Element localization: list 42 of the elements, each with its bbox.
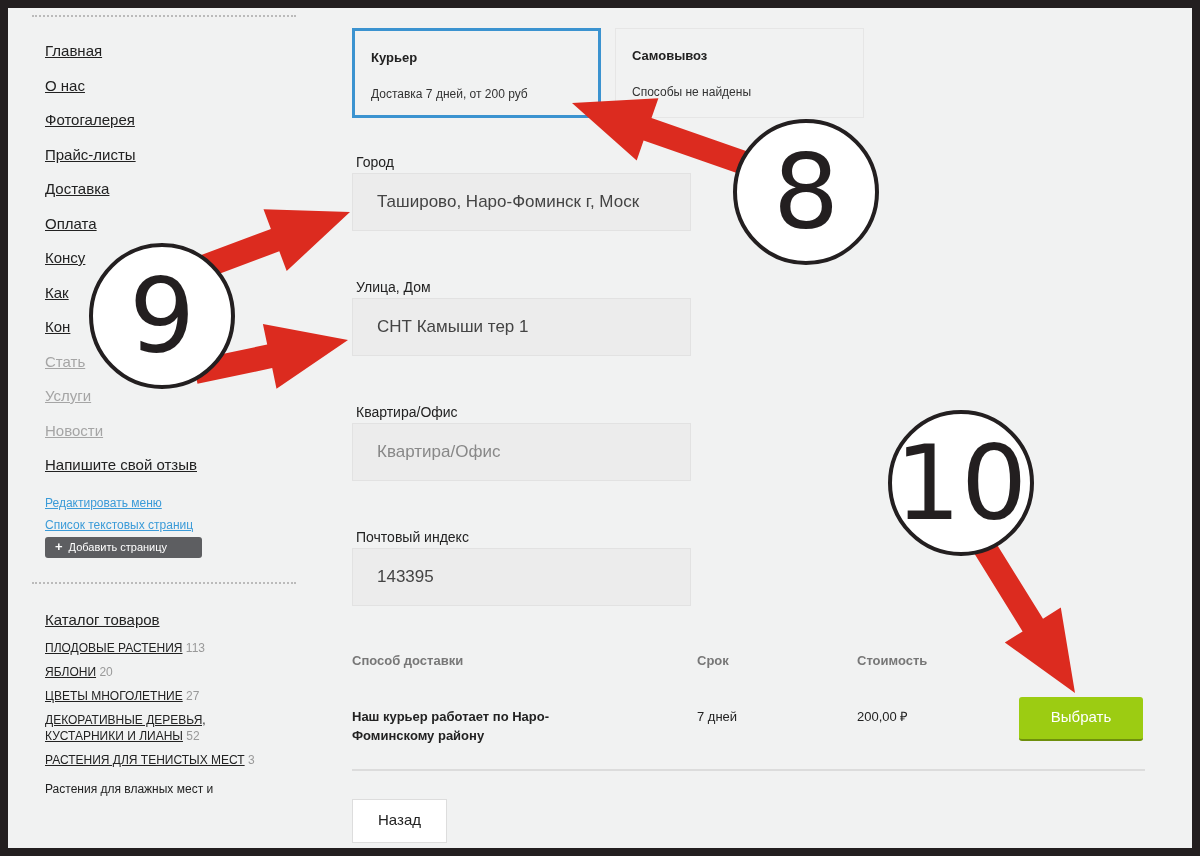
menu-link[interactable]: Прайс-листы xyxy=(45,145,136,164)
catalog-title[interactable]: Каталог товаров xyxy=(45,607,160,632)
table-cell-text: 7 дней xyxy=(697,707,739,726)
catalog-link[interactable]: ДЕКОРАТИВНЫЕ ДЕРЕВЬЯ, КУСТАРНИКИ И ЛИАНЫ 52 xyxy=(45,711,255,744)
catalog-link[interactable]: ЦВЕТЫ МНОГОЛЕТНИЕ 27 xyxy=(45,687,200,704)
input-field[interactable]: Квартира/Офис xyxy=(352,423,691,481)
menu-link[interactable]: О нас xyxy=(45,76,85,95)
back-button[interactable]: Назад xyxy=(352,798,447,843)
menu-link[interactable]: Фотогалерея xyxy=(45,111,135,129)
table-cell-text: Наш курьер работает по Наро-Фоминскому району xyxy=(352,707,551,745)
menu-link[interactable]: Напишите свой отзыв xyxy=(45,456,197,474)
column-header: Стоимость xyxy=(857,652,929,670)
input-field[interactable]: СНТ Камыши тер 1 xyxy=(352,298,691,356)
field-label: Улица, Дом xyxy=(355,278,432,296)
column-header: Срок xyxy=(697,652,730,670)
input-field[interactable]: Таширово, Наро-Фоминск г, Моск xyxy=(352,173,691,231)
callout-number: 9 xyxy=(89,243,235,389)
catalog-link[interactable]: РАСТЕНИЯ ДЛЯ ТЕНИСТЫХ МЕСТ 3 xyxy=(45,751,255,768)
callout-number: 8 xyxy=(733,119,879,265)
menu-link[interactable]: Как xyxy=(45,283,69,302)
add-page-button[interactable]: + Добавить страницу xyxy=(45,536,202,558)
menu-link[interactable]: Кон xyxy=(45,318,71,336)
field-label: Город xyxy=(355,153,395,171)
callout-number: 10 xyxy=(888,410,1034,556)
field-label: Квартира/Офис xyxy=(355,403,459,421)
menu-link[interactable]: Консу xyxy=(45,249,86,267)
option-title: Самовывоз xyxy=(632,47,709,65)
input-field[interactable]: 143395 xyxy=(352,548,691,606)
option-subtitle: Способы не найдены xyxy=(632,83,753,101)
option-subtitle: Доставка 7 дней, от 200 руб xyxy=(371,85,529,103)
delivery-option-card[interactable]: Самовывоз Способы не найдены xyxy=(615,28,864,118)
menu-link[interactable]: Оплата xyxy=(45,214,97,233)
field-label: Почтовый индекс xyxy=(355,528,470,546)
column-header: Способ доставки xyxy=(352,652,465,670)
table-cell-text: 200,00 ₽ xyxy=(857,707,910,726)
catalog-link[interactable]: ПЛОДОВЫЕ РАСТЕНИЯ 113 xyxy=(45,639,205,656)
menu-link[interactable]: Доставка xyxy=(45,180,110,198)
menu-link[interactable]: Главная xyxy=(45,42,103,60)
option-title: Курьер xyxy=(371,49,419,67)
catalog-link[interactable]: ЯБЛОНИ 20 xyxy=(45,663,113,680)
delivery-option-card[interactable]: Курьер Доставка 7 дней, от 200 руб xyxy=(352,28,601,118)
catalog-link[interactable]: Растения для влажных мест и xyxy=(45,780,214,797)
